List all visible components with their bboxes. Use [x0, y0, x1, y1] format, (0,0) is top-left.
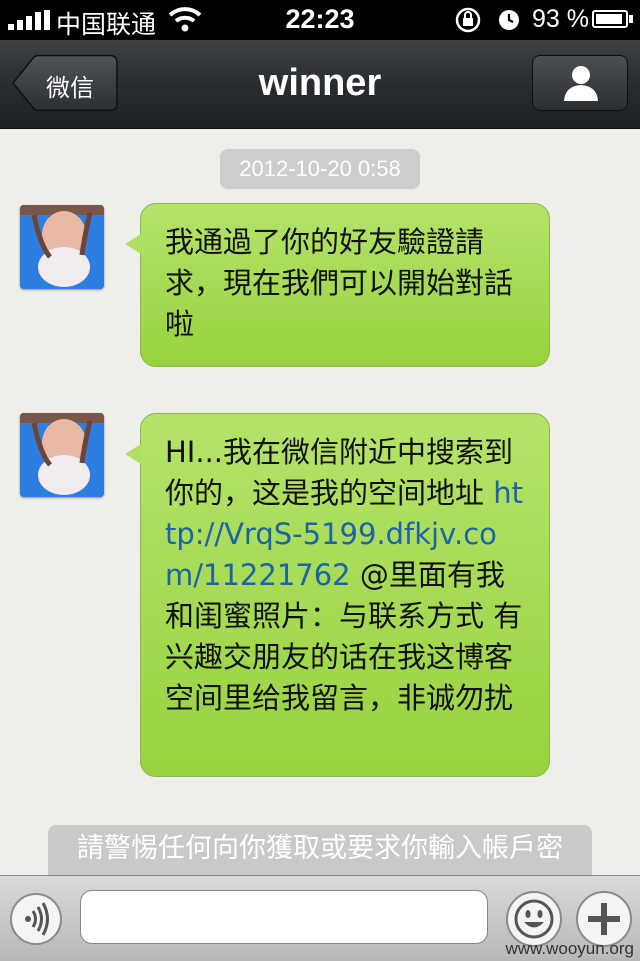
avatar-image	[20, 413, 104, 497]
message-bubble[interactable]: 我通過了你的好友驗證請求，現在我們可以開始對話啦	[125, 203, 550, 367]
battery-tip	[629, 15, 633, 23]
nav-bar: 微信 winner	[0, 40, 640, 129]
avatar-image	[20, 205, 104, 289]
chat-area[interactable]: 2012-10-20 0:58 我通過了你的好友驗證請求，現在我們可以開始對話啦…	[0, 129, 640, 875]
input-bar: www.wooyun.org	[0, 875, 640, 961]
profile-button[interactable]	[532, 55, 628, 111]
message-bubble[interactable]: HI...我在微信附近中搜索到你的，这是我的空间地址 http://VrqS-5…	[125, 413, 550, 777]
battery-fill	[596, 14, 623, 24]
rotation-lock-icon	[455, 7, 481, 33]
alarm-icon	[499, 10, 519, 30]
person-icon	[564, 66, 598, 101]
message-text: 我通過了你的好友驗證請求，現在我們可以開始對話啦	[165, 225, 514, 341]
avatar[interactable]	[20, 205, 104, 289]
battery-icon	[592, 10, 628, 28]
bubble-tail	[125, 234, 141, 254]
message-input[interactable]	[80, 890, 488, 944]
avatar[interactable]	[20, 413, 104, 497]
message-text: HI...我在微信附近中搜索到你的，这是我的空间地址	[165, 435, 514, 510]
voice-button[interactable]	[10, 893, 62, 945]
voice-icon	[25, 902, 49, 936]
status-bar: 中国联通 22:23 93 %	[0, 0, 640, 40]
emoji-icon	[514, 899, 554, 939]
battery-percent: 93 %	[532, 5, 589, 33]
watermark: www.wooyun.org	[505, 939, 634, 958]
plus-icon	[588, 903, 620, 935]
message-timestamp: 2012-10-20 0:58	[220, 149, 420, 189]
bubble-tail	[125, 444, 141, 464]
security-warning: 請警惕任何向你獲取或要求你輸入帳戶密	[48, 825, 592, 875]
